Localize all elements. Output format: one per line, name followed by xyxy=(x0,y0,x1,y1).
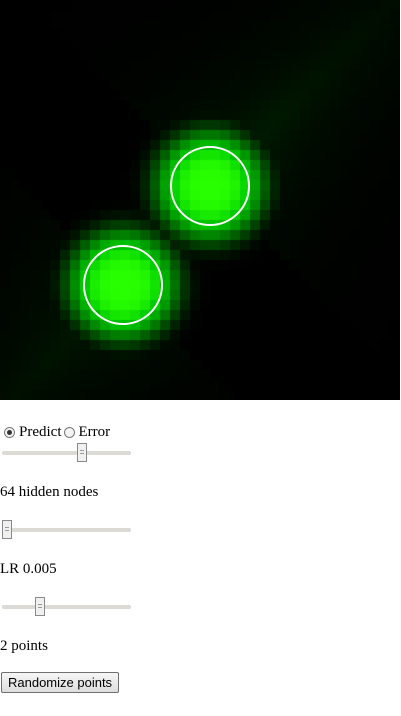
mode-selector: Predict Error xyxy=(4,423,112,441)
error-radio[interactable] xyxy=(63,426,75,438)
learning-rate-slider[interactable] xyxy=(2,597,131,617)
slider-thumb[interactable] xyxy=(35,597,45,616)
prediction-canvas[interactable] xyxy=(0,0,400,400)
slider-track xyxy=(2,451,131,455)
slider-track xyxy=(2,605,131,609)
error-label: Error xyxy=(78,423,111,440)
slider-thumb[interactable] xyxy=(77,443,87,462)
randomize-points-button[interactable]: Randomize points xyxy=(1,672,120,693)
points-overlay xyxy=(83,146,250,325)
top-slider[interactable] xyxy=(2,443,131,463)
learning-rate-label: LR 0.005 xyxy=(0,561,57,577)
predict-radio[interactable] xyxy=(4,426,15,438)
predict-label: Predict xyxy=(19,423,62,440)
data-point-1[interactable] xyxy=(170,146,250,226)
points-label: 2 points xyxy=(0,638,48,654)
data-point-2[interactable] xyxy=(83,245,163,325)
hidden-nodes-label: 64 hidden nodes xyxy=(0,484,99,500)
hidden-nodes-slider[interactable] xyxy=(2,520,131,540)
slider-thumb[interactable] xyxy=(2,520,12,539)
slider-track xyxy=(2,528,131,532)
